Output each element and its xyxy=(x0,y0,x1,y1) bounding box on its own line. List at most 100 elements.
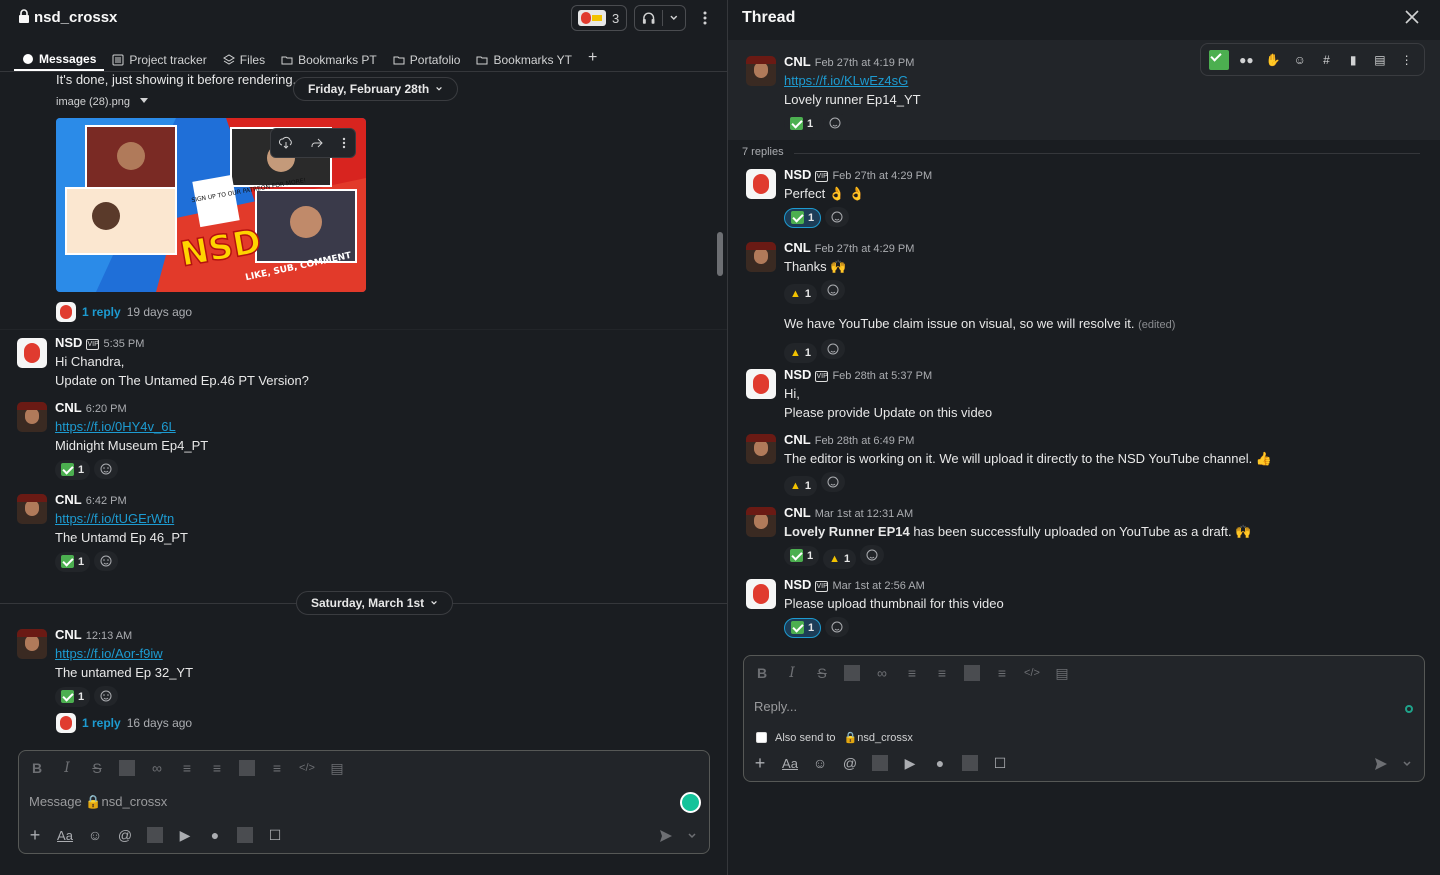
timestamp[interactable]: 6:42 PM xyxy=(86,495,127,507)
timestamp[interactable]: 6:20 PM xyxy=(86,403,127,415)
link[interactable]: https://f.io/Aor-f9iw xyxy=(55,646,163,661)
link[interactable]: https://f.io/KLwEz4sG xyxy=(784,73,908,88)
formatting-icon[interactable]: Aa xyxy=(57,827,73,843)
reaction-check[interactable]: 1 xyxy=(55,551,91,572)
reply-input[interactable]: Reply... xyxy=(754,699,797,714)
video-icon[interactable]: ▶ xyxy=(177,827,193,843)
more-vertical-icon[interactable]: ⋮ xyxy=(1397,50,1416,70)
emoji-icon[interactable]: ☺ xyxy=(87,827,103,843)
reaction-check[interactable]: 1 xyxy=(784,113,820,134)
timestamp[interactable]: Feb 27th at 4:29 PM xyxy=(832,170,932,182)
slash-command-icon[interactable]: ☐ xyxy=(992,755,1008,771)
image-attachment[interactable]: NSD LIKE, SUB, COMMENT SIGN UP TO OUR PA… xyxy=(56,118,366,292)
date-divider-mar1[interactable]: Saturday, March 1st xyxy=(296,591,454,615)
reply-count-link[interactable]: 1 reply xyxy=(82,305,121,319)
code-icon[interactable]: </> xyxy=(1024,665,1040,681)
reaction-thumbs-up[interactable]: ▲ 1 xyxy=(823,549,857,569)
tab-project-tracker[interactable]: Project tracker xyxy=(104,40,214,71)
chevron-down-icon[interactable] xyxy=(687,831,697,841)
add-tab-button[interactable]: + xyxy=(580,40,605,71)
eyes-icon[interactable]: ●● xyxy=(1237,50,1256,70)
username[interactable]: NSD xyxy=(784,577,811,592)
tab-bookmarks-pt[interactable]: Bookmarks PT xyxy=(273,40,385,71)
more-vertical-icon[interactable] xyxy=(341,136,347,150)
avatar[interactable] xyxy=(17,402,47,432)
microphone-icon[interactable]: ● xyxy=(932,755,948,771)
thread-reply-summary[interactable]: 1 reply 19 days ago xyxy=(56,302,192,322)
avatar[interactable] xyxy=(746,434,776,464)
raised-hands-icon[interactable]: ✋ xyxy=(1264,50,1283,70)
avatar[interactable] xyxy=(746,507,776,537)
also-send-option[interactable]: Also send to 🔒nsd_crossx xyxy=(756,731,913,744)
plus-icon[interactable]: + xyxy=(752,753,768,773)
avatar[interactable] xyxy=(746,369,776,399)
reaction-check[interactable]: 1 xyxy=(784,207,822,228)
formatting-icon[interactable]: Aa xyxy=(782,755,798,771)
reaction-check[interactable]: 1 xyxy=(55,686,91,707)
forward-icon[interactable]: ▤ xyxy=(1371,50,1390,70)
add-reaction-button[interactable] xyxy=(94,459,119,479)
plus-icon[interactable]: + xyxy=(27,825,43,845)
add-reaction-button[interactable] xyxy=(825,207,850,227)
avatar[interactable] xyxy=(746,579,776,609)
link-icon[interactable]: ∞ xyxy=(874,665,890,681)
numbered-list-icon[interactable]: ≡ xyxy=(904,665,920,681)
username[interactable]: NSD xyxy=(784,367,811,382)
timestamp[interactable]: Mar 1st at 12:31 AM xyxy=(815,508,913,520)
video-icon[interactable]: ▶ xyxy=(902,755,918,771)
timestamp[interactable]: Feb 28th at 6:49 PM xyxy=(815,435,915,447)
reaction-check[interactable]: 1 xyxy=(55,459,91,480)
message-input[interactable]: Message 🔒nsd_crossx xyxy=(29,794,167,810)
grammarly-icon[interactable] xyxy=(680,792,701,813)
bold-icon[interactable]: B xyxy=(29,760,45,776)
tab-messages[interactable]: Messages xyxy=(14,40,105,71)
timestamp[interactable]: Feb 27th at 4:19 PM xyxy=(815,57,915,69)
tab-bookmarks-yt[interactable]: Bookmarks YT xyxy=(468,40,579,71)
italic-icon[interactable]: I xyxy=(59,760,75,776)
add-reaction-button[interactable] xyxy=(94,686,119,706)
add-reaction-button[interactable] xyxy=(821,280,846,300)
check-mark-icon[interactable] xyxy=(1209,49,1229,70)
timestamp[interactable]: Mar 1st at 2:56 AM xyxy=(832,580,924,592)
tab-portafolio[interactable]: Portafolio xyxy=(385,40,469,71)
italic-icon[interactable]: I xyxy=(784,665,800,681)
username[interactable]: CNL xyxy=(784,505,811,520)
send-icon[interactable] xyxy=(1374,757,1388,771)
huddle-button[interactable] xyxy=(634,5,686,31)
avatar[interactable] xyxy=(746,169,776,199)
username[interactable]: CNL xyxy=(784,432,811,447)
share-icon[interactable] xyxy=(310,136,324,150)
add-reaction-icon[interactable]: ☺ xyxy=(1290,50,1309,70)
username[interactable]: NSD xyxy=(784,167,811,182)
members-button[interactable]: 3 xyxy=(571,5,627,31)
date-divider-feb28[interactable]: Friday, February 28th xyxy=(293,77,459,101)
timestamp[interactable]: 5:35 PM xyxy=(103,338,144,350)
channel-title[interactable]: nsd_crossx xyxy=(18,9,117,26)
reaction-thumbs-up[interactable]: ▲ 1 xyxy=(784,343,818,363)
username[interactable]: CNL xyxy=(55,492,82,507)
code-block-icon[interactable]: ▤ xyxy=(1054,665,1070,681)
timestamp[interactable]: Feb 28th at 5:37 PM xyxy=(832,370,932,382)
more-vertical-icon[interactable] xyxy=(698,10,712,26)
reply-count-link[interactable]: 1 reply xyxy=(82,716,121,730)
hashtag-icon[interactable]: # xyxy=(1317,50,1336,70)
reaction-check[interactable]: 1 xyxy=(784,617,822,638)
strikethrough-icon[interactable]: S xyxy=(814,665,830,681)
timestamp[interactable]: Feb 27th at 4:29 PM xyxy=(815,243,915,255)
add-reaction-button[interactable] xyxy=(821,339,846,359)
bulleted-list-icon[interactable]: ≡ xyxy=(934,665,950,681)
avatar[interactable] xyxy=(746,56,776,86)
thread-reply-summary[interactable]: 1 reply 16 days ago xyxy=(56,713,192,733)
reaction-thumbs-up[interactable]: ▲ 1 xyxy=(784,284,818,304)
reaction-check[interactable]: 1 xyxy=(784,545,820,566)
add-reaction-button[interactable] xyxy=(860,545,885,565)
also-send-checkbox[interactable] xyxy=(756,732,767,743)
code-icon[interactable]: </> xyxy=(299,760,315,776)
scrollbar[interactable] xyxy=(717,232,723,276)
mention-icon[interactable]: @ xyxy=(842,755,858,771)
microphone-icon[interactable]: ● xyxy=(207,827,223,843)
add-reaction-button[interactable] xyxy=(823,113,848,133)
username[interactable]: CNL xyxy=(784,54,811,69)
add-reaction-button[interactable] xyxy=(825,617,850,637)
avatar[interactable] xyxy=(17,338,47,368)
